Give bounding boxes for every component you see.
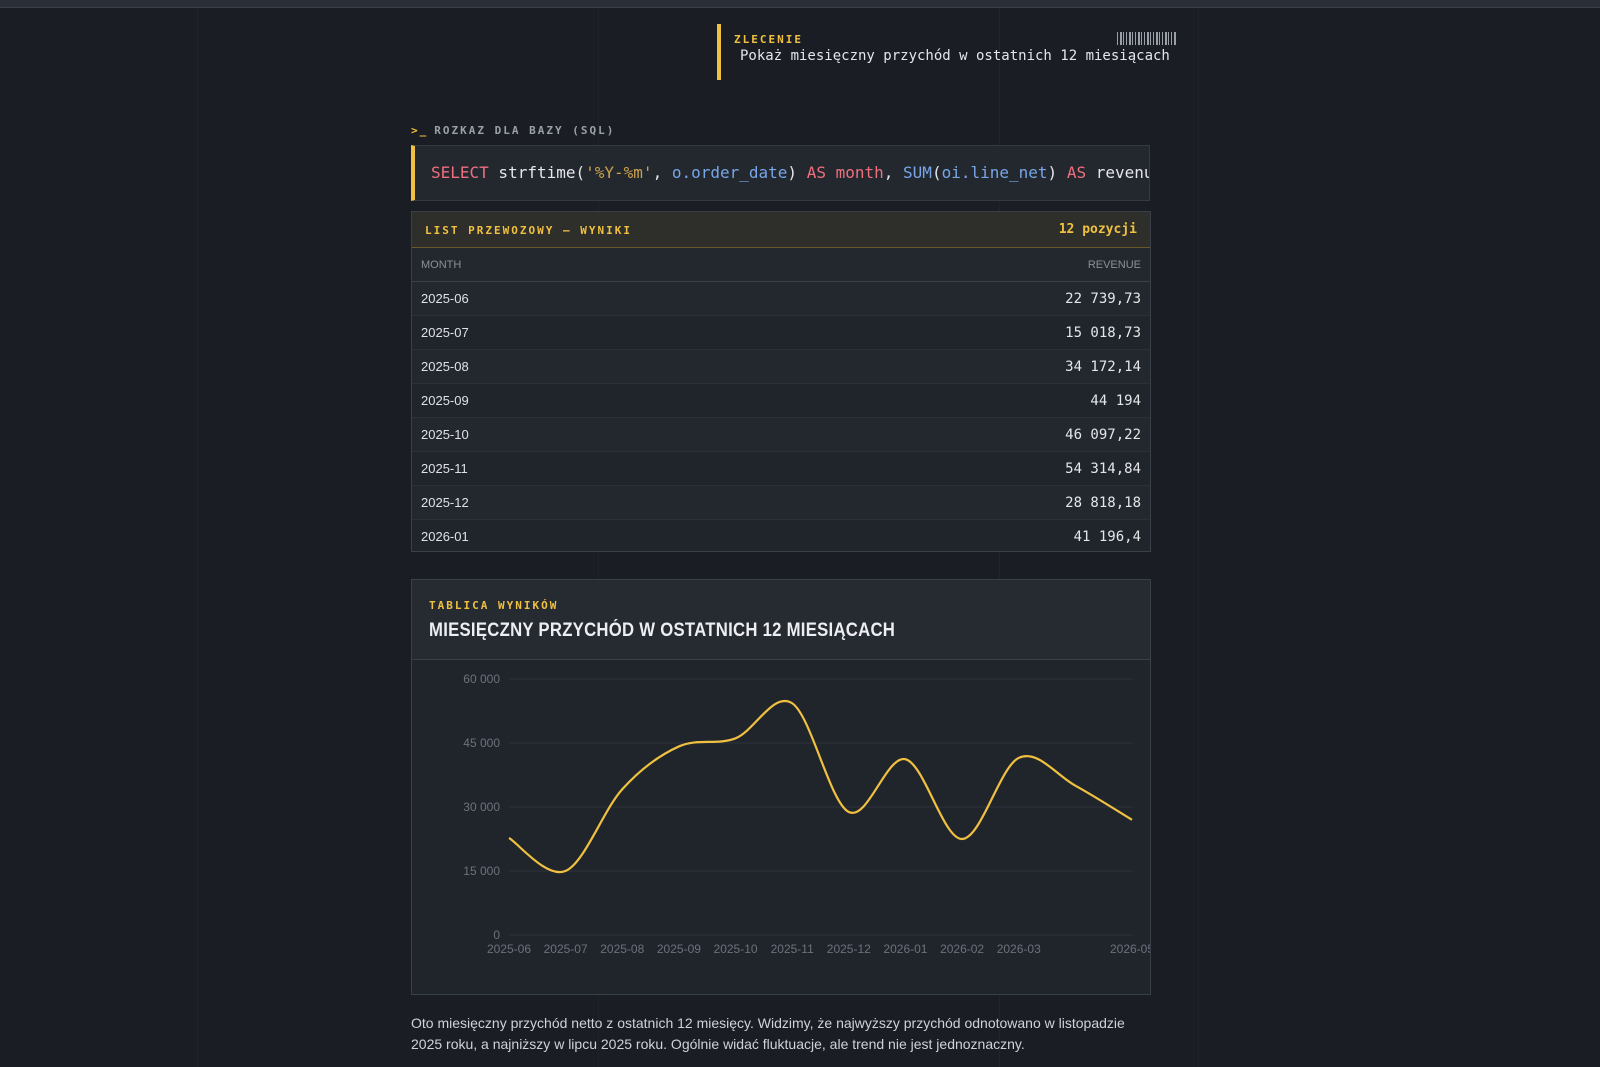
cell-month: 2025-09 <box>421 393 469 408</box>
sql-token: month <box>835 163 884 182</box>
sql-token: oi.line_net <box>941 163 1048 182</box>
sql-token: o.order_date <box>671 163 788 182</box>
sql-token: , <box>652 163 672 182</box>
user-request: ZLECENIE Pokaż miesięczny przychód w ost… <box>717 24 1181 80</box>
sql-token: SELECT <box>431 163 489 182</box>
cell-month: 2025-08 <box>421 359 469 374</box>
sql-code-block[interactable]: SELECT strftime('%Y-%m', o.order_date) A… <box>411 145 1150 201</box>
cell-revenue: 34 172,14 <box>1065 359 1141 375</box>
y-axis: 0 15 000 30 000 45 000 60 000 <box>463 672 500 942</box>
y-tick-label: 15 000 <box>463 864 500 878</box>
table-row[interactable]: 2025-12 28 818,18 <box>412 486 1150 520</box>
chart-card-header: TABLICA WYNIKÓW MIESIĘCZNY PRZYCHÓD W OS… <box>412 580 1150 660</box>
column-guide <box>1198 8 1199 1067</box>
answer-summary: Oto miesięczny przychód netto z ostatnic… <box>411 1015 1125 1052</box>
sql-label-text: ROZKAZ DLA BAZY (SQL) <box>434 124 616 137</box>
cell-month: 2025-10 <box>421 427 469 442</box>
cell-month: 2025-06 <box>421 291 469 306</box>
sql-token: ( <box>931 163 942 182</box>
sql-token: revenue <box>1095 163 1149 182</box>
series-line <box>508 699 1133 874</box>
cell-revenue: 54 314,84 <box>1065 461 1141 477</box>
cell-revenue: 44 194 <box>1090 393 1141 409</box>
barcode-icon <box>1117 32 1177 45</box>
cell-month: 2026-01 <box>421 529 469 544</box>
x-tick-label: 2026-01 <box>883 942 927 956</box>
line-chart: 0 15 000 30 000 45 000 60 000 2025-06 2025-07… <box>463 672 1150 956</box>
sql-token: strftime( <box>488 163 586 182</box>
results-table[interactable]: LIST PRZEWOZOWY — WYNIKI 12 pozycji MONT… <box>411 211 1151 552</box>
x-tick-label: 2025-06 <box>487 942 531 956</box>
chart-kicker: TABLICA WYNIKÓW <box>429 599 559 612</box>
x-tick-label: 2025-09 <box>657 942 701 956</box>
column-guide <box>197 8 198 1067</box>
table-column-headers: MONTH REVENUE <box>412 248 1150 282</box>
request-label: ZLECENIE <box>734 33 803 46</box>
table-row[interactable]: 2025-10 46 097,22 <box>412 418 1150 452</box>
table-row[interactable]: 2025-11 54 314,84 <box>412 452 1150 486</box>
table-row[interactable]: 2025-09 44 194 <box>412 384 1150 418</box>
terminal-prompt-icon: >_ <box>411 124 429 137</box>
sql-token: AS <box>1066 163 1087 182</box>
x-tick-label: 2025-07 <box>544 942 588 956</box>
x-tick-label: 2025-11 <box>771 942 814 956</box>
top-bar <box>0 0 1600 8</box>
sql-section-label: >_ ROZKAZ DLA BAZY (SQL) <box>411 124 615 137</box>
x-tick-label: 2025-12 <box>827 942 871 956</box>
table-row[interactable]: 2025-08 34 172,14 <box>412 350 1150 384</box>
sql-code: SELECT strftime('%Y-%m', o.order_date) A… <box>431 163 1149 182</box>
table-body: 2025-06 22 739,73 2025-07 15 018,73 2025-0… <box>412 282 1150 551</box>
y-tick-label: 45 000 <box>463 736 500 750</box>
results-count-badge: 12 pozycji <box>1058 222 1137 237</box>
request-text: Pokaż miesięczny przychód w ostatnich 12… <box>740 48 1170 64</box>
x-tick-label: 2026-05 <box>1110 942 1150 956</box>
column-header-revenue: REVENUE <box>1087 259 1141 271</box>
y-tick-label: 60 000 <box>463 672 500 686</box>
sql-token: AS <box>806 163 826 182</box>
results-title: LIST PRZEWOZOWY — WYNIKI <box>425 224 632 237</box>
table-row[interactable]: 2026-01 41 196,4 <box>412 520 1150 551</box>
cell-revenue: 41 196,4 <box>1073 529 1141 545</box>
chart-title: MIESIĘCZNY PRZYCHÓD W OSTATNICH 12 MIESI… <box>429 620 896 641</box>
x-tick-label: 2025-10 <box>714 942 758 956</box>
cell-revenue: 46 097,22 <box>1065 427 1141 443</box>
chart-card: TABLICA WYNIKÓW MIESIĘCZNY PRZYCHÓD W OS… <box>411 579 1151 995</box>
cell-month: 2025-07 <box>421 325 469 340</box>
chart-grid <box>509 678 1132 936</box>
cell-revenue: 28 818,18 <box>1065 495 1141 511</box>
results-header: LIST PRZEWOZOWY — WYNIKI 12 pozycji <box>412 212 1150 248</box>
sql-token: , <box>883 163 904 182</box>
sql-token: ) <box>1047 163 1067 182</box>
sql-token: SUM <box>903 163 932 182</box>
sql-token: ) <box>787 163 807 182</box>
cell-month: 2025-12 <box>421 495 469 510</box>
chart-series <box>508 699 1133 874</box>
x-axis: 2025-06 2025-07 2025-08 2025-09 2025-10 2025-… <box>487 942 1150 956</box>
x-tick-label: 2025-08 <box>600 942 644 956</box>
x-tick-label: 2026-03 <box>997 942 1041 956</box>
table-row[interactable]: 2025-06 22 739,73 <box>412 282 1150 316</box>
y-tick-label: 0 <box>493 928 500 942</box>
table-row[interactable]: 2025-07 15 018,73 <box>412 316 1150 350</box>
cell-revenue: 15 018,73 <box>1065 325 1141 341</box>
cell-revenue: 22 739,73 <box>1065 291 1141 307</box>
y-tick-label: 30 000 <box>463 800 500 814</box>
cell-month: 2025-11 <box>421 461 468 476</box>
x-tick-label: 2026-02 <box>940 942 984 956</box>
sql-token: '%Y-%m' <box>585 163 653 182</box>
column-header-month: MONTH <box>421 259 462 271</box>
